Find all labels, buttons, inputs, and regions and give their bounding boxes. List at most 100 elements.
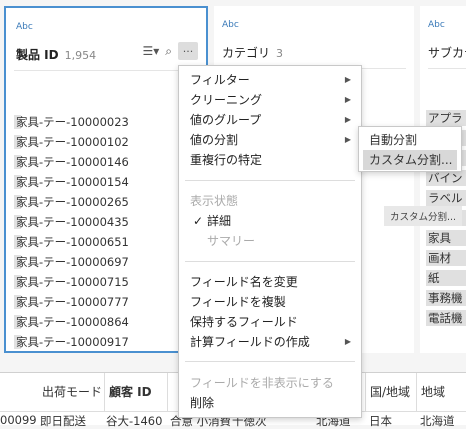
menu-item-value-group[interactable]: 値のグループ ▶ [179, 110, 361, 130]
table-cell: 00099 [0, 413, 36, 427]
tooltip: カスタム分割... [384, 206, 463, 226]
table-cell: 即日配送 [40, 414, 86, 428]
menu-item-hide-field[interactable]: フィールドを非表示にする [179, 373, 361, 393]
submenu-arrow-icon: ▶ [344, 95, 351, 104]
field-name: 製品 ID 1,954 [16, 46, 96, 63]
type-label: Abc [428, 20, 445, 30]
list-item-label: 家具-テー-10000154 [16, 175, 129, 189]
list-item[interactable]: 電話機 [426, 310, 466, 326]
list-item[interactable]: 家具-テー-10000864 [14, 312, 129, 332]
menu-label: 詳細 [207, 214, 232, 228]
submenu-arrow-icon: ▶ [344, 337, 351, 346]
menu-label: 表示状態 [190, 194, 239, 208]
list-item[interactable]: 家具-テー-10000146 [14, 152, 129, 172]
menu-label: 計算フィールドの作成 [190, 335, 310, 349]
menu-item-value-split[interactable]: 値の分割 ▶ [179, 130, 361, 150]
list-item[interactable]: 家具-テー-10000154 [14, 172, 129, 192]
table-cell: 北海道 [420, 414, 455, 428]
menu-label: 値の分割 [190, 133, 239, 147]
field-name: カテゴリ 3 [222, 44, 283, 61]
menu-item-delete[interactable]: 削除 [179, 393, 361, 413]
menu-item-cleaning[interactable]: クリーニング ▶ [179, 90, 361, 110]
column-header[interactable]: 顧客 ID [105, 373, 168, 411]
list-item[interactable]: 家具-テー-10000697 [14, 252, 129, 272]
list-item-label: 家具-テー-10000146 [16, 155, 129, 169]
context-menu: フィルター ▶ クリーニング ▶ 値のグループ ▶ 値の分割 ▶ 重複行の特定 表示状態… [178, 65, 362, 418]
field-count: 3 [276, 47, 284, 60]
list-item-label: 家具-テー-10000777 [16, 295, 129, 309]
menu-label: クリーニング [190, 93, 263, 107]
list-item[interactable]: 家具 [426, 230, 466, 246]
menu-separator [185, 361, 355, 362]
check-icon: ✓ [193, 214, 204, 228]
menu-label: 削除 [190, 396, 215, 410]
column-header[interactable]: 国/地域 [366, 373, 417, 411]
field-name: サブカテ [428, 44, 466, 61]
column-header[interactable]: 出荷モード [38, 373, 105, 411]
menu-label: 値のグループ [190, 113, 262, 127]
list-item[interactable]: 家具-テー-10000777 [14, 292, 129, 312]
split-submenu: 自動分割 カスタム分割... [358, 126, 462, 172]
menu-label: フィールド名を変更 [190, 275, 298, 289]
list-item-label: 家具-テー-10000102 [16, 135, 129, 149]
menu-label: フィールドを非表示にする [190, 376, 334, 390]
list-item-label: 家具-テー-10000651 [16, 235, 129, 249]
menu-label: フィールドを複製 [190, 295, 286, 309]
list-item-label: 家具-テー-10000917 [16, 335, 129, 349]
menu-separator [185, 180, 355, 181]
sort-icon[interactable]: ☰▾ [142, 44, 159, 58]
list-item[interactable]: 家具-テー-10000435 [14, 212, 129, 232]
list-item-label: 家具-テー-10000864 [16, 315, 129, 329]
menu-label: フィルター [190, 73, 250, 87]
list-item[interactable]: ラベル [426, 190, 466, 206]
field-name-text: サブカテ [428, 46, 466, 60]
list-item-label: 家具-テー-10000435 [16, 215, 129, 229]
menu-item-filter[interactable]: フィルター ▶ [179, 70, 361, 90]
list-item[interactable]: アプラ [426, 110, 466, 126]
menu-item-summary[interactable]: サマリー [179, 231, 361, 251]
divider [14, 70, 198, 71]
value-list: 家具-テー-10000023 家具-テー-10000102 家具-テー-100001… [14, 112, 129, 352]
menu-item-identify-duplicates[interactable]: 重複行の特定 [179, 150, 361, 170]
list-item-label: 家具-テー-10000265 [16, 195, 129, 209]
list-item[interactable]: 家具-テー-10000102 [14, 132, 129, 152]
list-item[interactable]: 家具-テー-10000651 [14, 232, 129, 252]
card-toolbar: ☰▾ ⌕ ··· [142, 42, 198, 60]
submenu-arrow-icon: ▶ [344, 135, 351, 144]
list-item[interactable]: 紙 [426, 270, 466, 286]
list-item-label: 家具-テー-10000715 [16, 275, 129, 289]
field-card-subcategory[interactable]: Abc サブカテ アプラ家電テープバインラベル椅子家具画材紙事務機電話機 [420, 6, 466, 353]
menu-item-rename-field[interactable]: フィールド名を変更 [179, 272, 361, 292]
menu-separator [185, 261, 355, 262]
divider [428, 68, 466, 69]
list-item[interactable]: 家具-テー-10000023 [14, 112, 129, 132]
list-item[interactable]: 家具-テー-10000265 [14, 192, 129, 212]
submenu-item-custom-split[interactable]: カスタム分割... [363, 150, 457, 170]
list-item[interactable]: 画材 [426, 250, 466, 266]
type-label: Abc [222, 20, 239, 30]
list-item[interactable]: 家具-テー-10000715 [14, 272, 129, 292]
list-item[interactable]: バイン [426, 170, 466, 186]
menu-heading-display-state: 表示状態 [179, 191, 361, 211]
list-item-label: 家具-テー-10000697 [16, 255, 129, 269]
submenu-item-auto-split[interactable]: 自動分割 [363, 130, 457, 150]
list-item-label: 家具-テー-10000023 [16, 115, 129, 129]
menu-item-keep-field[interactable]: 保持するフィールド [179, 312, 361, 332]
menu-label: 重複行の特定 [190, 153, 263, 167]
menu-item-detail[interactable]: ✓ 詳細 [179, 211, 361, 231]
field-count: 1,954 [64, 49, 97, 62]
table-cell: 谷大-1460 [106, 414, 163, 428]
menu-item-create-calculated-field[interactable]: 計算フィールドの作成 ▶ [179, 332, 361, 352]
field-name-text: カテゴリ [222, 46, 271, 60]
menu-label: サマリー [207, 234, 256, 248]
submenu-arrow-icon: ▶ [344, 115, 351, 124]
menu-item-duplicate-field[interactable]: フィールドを複製 [179, 292, 361, 312]
column-header[interactable]: 地域 [417, 373, 466, 411]
more-options-button[interactable]: ··· [178, 42, 198, 60]
list-item[interactable]: 事務機 [426, 290, 466, 306]
field-name-text: 製品 ID [16, 48, 59, 62]
search-icon[interactable]: ⌕ [165, 44, 172, 59]
list-item[interactable]: 家具-テー-10000917 [14, 332, 129, 352]
menu-label: 保持するフィールド [190, 315, 298, 329]
table-cell: 日本 [369, 414, 392, 428]
